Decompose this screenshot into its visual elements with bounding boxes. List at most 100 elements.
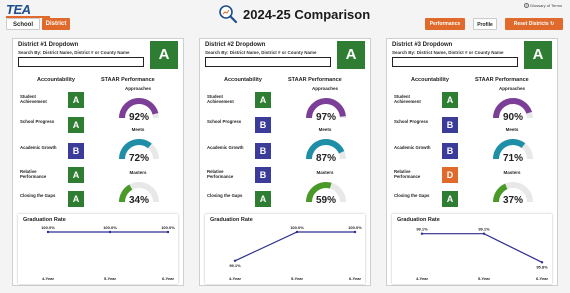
graduation-rate-point	[420, 232, 424, 235]
question-icon: ?	[523, 3, 529, 8]
school-progress-label: School Progress	[394, 119, 429, 124]
district-dropdown-title: District #3 Dropdown	[392, 42, 453, 48]
staar-heading: STAAR Performance	[101, 77, 155, 83]
masters-value: 37%	[502, 195, 523, 206]
page-title: 2024-25 Comparison	[243, 6, 371, 22]
district-search-input[interactable]	[18, 57, 144, 67]
student-achievement-grade: A	[255, 92, 271, 108]
graduation-rate-point	[166, 230, 170, 234]
search-hint: Search By: District Name, District # or …	[18, 50, 130, 55]
graduation-rate-x-tick: 6-Year	[162, 276, 174, 281]
masters-label: Masters	[316, 170, 334, 175]
district-panel-1: District #1 Dropdown Search By: District …	[12, 38, 184, 286]
tab-district[interactable]: District	[42, 18, 70, 30]
student-achievement-label: Student Achievement	[20, 94, 47, 104]
academic-growth-label: Academic Growth	[20, 145, 57, 150]
relative-performance-grade: D	[442, 167, 458, 183]
staar-heading: STAAR Performance	[475, 77, 529, 83]
academic-growth-label: Academic Growth	[394, 145, 431, 150]
academic-growth-label: Academic Growth	[207, 145, 244, 150]
graduation-rate-x-tick: 4-Year	[229, 276, 241, 281]
graduation-rate-point	[540, 261, 544, 264]
school-progress-label: School Progress	[20, 119, 55, 124]
graduation-rate-chart: 99.1% 4-Year 99.1% 5-Year 95.8% 6-Year	[416, 227, 548, 281]
approaches-label: Approaches	[498, 86, 525, 91]
graduation-rate-card: Graduation Rate 99.1% 4-Year 99.1% 5-Year 95…	[392, 214, 552, 284]
tea-logo: TEA	[6, 2, 50, 18]
graduation-rate-point	[295, 230, 299, 234]
district-dropdown-title: District #2 Dropdown	[205, 42, 266, 48]
graduation-rate-card: Graduation Rate 99.1% 4-Year 100.0% 5-Year 1…	[205, 214, 365, 284]
graduation-rate-title: Graduation Rate	[397, 217, 440, 223]
relative-performance-label: Relative Performance	[207, 169, 234, 179]
reset-districts-button[interactable]: Reset Districts ↻	[505, 18, 563, 30]
accountability-heading: Accountability	[411, 77, 449, 83]
graduation-rate-data-label: 100.0%	[41, 225, 55, 230]
tab-school[interactable]: School	[6, 18, 40, 30]
graduation-rate-point	[353, 230, 357, 234]
closing-gaps-label: Closing the Gaps	[20, 193, 56, 198]
graduation-rate-x-tick: 5-Year	[291, 276, 303, 281]
graduation-rate-data-label: 95.8%	[536, 264, 548, 269]
graduation-rate-line	[234, 231, 355, 262]
glossary-label: Glossary of Terms	[529, 3, 562, 8]
staar-heading: STAAR Performance	[288, 77, 342, 83]
performance-button[interactable]: Performance	[425, 18, 465, 30]
closing-gaps-grade: A	[255, 191, 271, 207]
accountability-heading: Accountability	[224, 77, 262, 83]
profile-button[interactable]: Profile	[473, 18, 497, 30]
district-panel-2: District #2 Dropdown Search By: District …	[199, 38, 371, 286]
search-hint: Search By: District Name, District # or …	[205, 50, 317, 55]
student-achievement-grade: A	[442, 92, 458, 108]
academic-growth-grade: B	[68, 143, 84, 159]
graduation-rate-data-label: 99.1%	[229, 263, 241, 268]
student-achievement-label: Student Achievement	[207, 94, 234, 104]
academic-growth-grade: B	[442, 143, 458, 159]
meets-label: Meets	[505, 127, 519, 132]
masters-label: Masters	[503, 170, 521, 175]
masters-value: 59%	[315, 195, 336, 206]
graduation-rate-x-tick: 5-Year	[104, 276, 116, 281]
meets-value: 71%	[502, 153, 523, 164]
graduation-rate-data-label: 99.1%	[416, 227, 428, 232]
graduation-rate-chart: 99.1% 4-Year 100.0% 5-Year 100.0% 6-Year	[229, 225, 362, 281]
masters-label: Masters	[129, 170, 147, 175]
student-achievement-label: Student Achievement	[394, 94, 421, 104]
overall-grade: A	[150, 41, 178, 69]
graduation-rate-title: Graduation Rate	[23, 217, 66, 223]
overall-grade: A	[337, 41, 365, 69]
graduation-rate-point	[46, 230, 50, 234]
page-title-wrap: 2024-25 Comparison	[218, 3, 370, 25]
accountability-heading: Accountability	[37, 77, 75, 83]
graduation-rate-point	[108, 230, 112, 234]
district-dropdown-title: District #1 Dropdown	[18, 42, 79, 48]
closing-gaps-label: Closing the Gaps	[394, 193, 430, 198]
graduation-rate-x-tick: 6-Year	[536, 276, 548, 281]
graduation-rate-data-label: 100.0%	[103, 225, 117, 230]
graduation-rate-x-tick: 5-Year	[478, 276, 490, 281]
approaches-value: 90%	[502, 112, 523, 123]
relative-performance-grade: B	[255, 167, 271, 183]
relative-performance-grade: A	[68, 167, 84, 183]
district-search-input[interactable]	[392, 57, 518, 67]
meets-label: Meets	[318, 127, 332, 132]
relative-performance-label: Relative Performance	[20, 169, 47, 179]
graduation-rate-data-label: 100.0%	[290, 225, 304, 230]
masters-value: 34%	[128, 195, 149, 206]
graduation-rate-card: Graduation Rate 100.0% 4-Year 100.0% 5-Year…	[18, 214, 178, 284]
logo-text: TEA	[6, 2, 31, 17]
glossary-link[interactable]: ? Glossary of Terms	[523, 3, 562, 8]
district-panel-3: District #3 Dropdown Search By: District …	[386, 38, 558, 286]
graduation-rate-data-label: 100.0%	[348, 225, 362, 230]
approaches-label: Approaches	[311, 86, 338, 91]
graduation-rate-point	[233, 259, 237, 262]
meets-value: 87%	[315, 153, 336, 164]
district-search-input[interactable]	[205, 57, 331, 67]
graduation-rate-line	[422, 233, 543, 263]
graduation-rate-chart: 100.0% 4-Year 100.0% 5-Year 100.0% 6-Year	[41, 225, 175, 281]
graduation-rate-x-tick: 4-Year	[42, 276, 54, 281]
magnifier-icon	[219, 5, 238, 24]
academic-growth-grade: B	[255, 143, 271, 159]
closing-gaps-grade: A	[68, 191, 84, 207]
closing-gaps-grade: A	[442, 191, 458, 207]
